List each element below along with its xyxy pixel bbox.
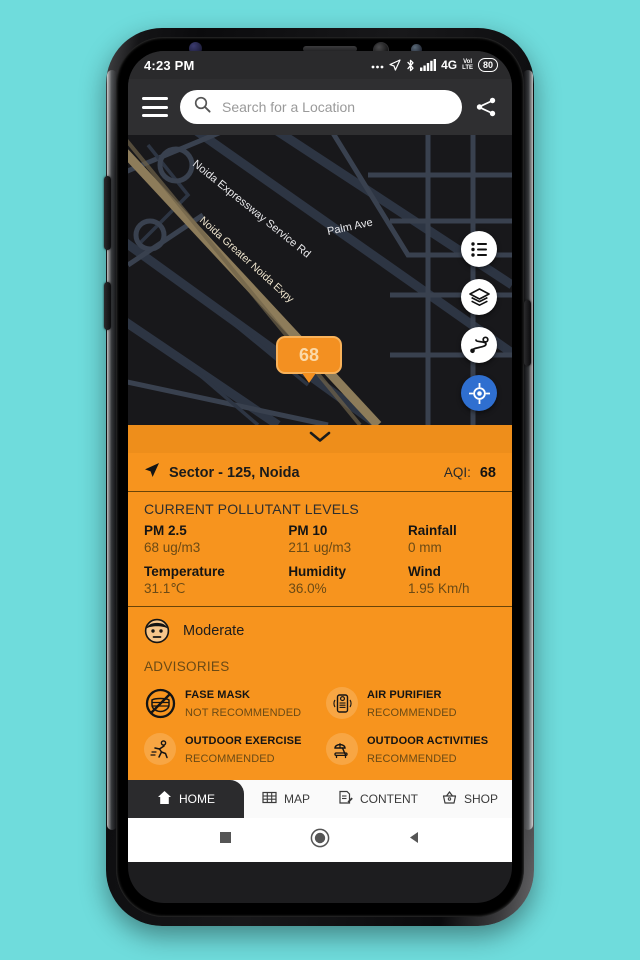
battery-indicator: 80 [477, 58, 498, 72]
air-quality-status-row: Moderate [128, 607, 512, 648]
nav-label: SHOP [463, 792, 498, 806]
pollutant-section-title: CURRENT POLLUTANT LEVELS [144, 501, 359, 517]
advisory-name: OUTDOOR EXERCISE [185, 735, 302, 747]
signal-bars-icon [420, 59, 437, 71]
advisory-text: AIR PURIFIER RECOMMENDED [367, 685, 457, 721]
status-bar: 4:23 PM 4G VoI LTE 80 [128, 51, 512, 79]
panel-collapse-button[interactable] [128, 425, 512, 453]
metric-value: 31.1℃ [144, 581, 186, 596]
advisory-status: RECOMMENDED [185, 753, 275, 765]
advisory-name: AIR PURIFIER [367, 689, 442, 701]
metric-value: 36.0% [288, 581, 327, 596]
metric-label: Temperature [144, 564, 225, 579]
search-input[interactable] [220, 98, 448, 116]
advisories-title: ADVISORIES [144, 659, 230, 674]
volte-icon: VoI LTE [462, 59, 473, 71]
metric-value: 211 ug/m3 [288, 540, 352, 555]
metric-row-weather: Temperature 31.1℃ Humidity 36.0% Wind 1.… [128, 562, 512, 607]
route-icon[interactable] [461, 327, 497, 363]
advisory-air-purifier[interactable]: AIR PURIFIER RECOMMENDED [320, 680, 502, 726]
grid-map-icon [262, 790, 277, 808]
android-navigation-bar [128, 818, 512, 862]
app-header [128, 79, 512, 135]
metric-pm10: PM 10 211 ug/m3 [288, 523, 408, 555]
advisory-status: NOT RECOMMENDED [185, 707, 302, 719]
metric-row-pollutants: PM 2.5 68 ug/m3 PM 10 211 ug/m3 Rainfall… [128, 521, 512, 562]
location-row: Sector - 125, Noida AQI: 68 [128, 453, 512, 492]
document-edit-icon [338, 790, 353, 808]
beach-umbrella-icon [326, 733, 358, 765]
back-triangle-icon[interactable] [407, 830, 422, 850]
advisory-status: RECOMMENDED [367, 707, 457, 719]
assistant-button[interactable] [104, 282, 111, 330]
metric-value: 1.95 Km/h [407, 581, 470, 596]
nav-item-home[interactable]: HOME [128, 780, 244, 818]
air-purifier-icon [326, 687, 358, 719]
nav-item-map[interactable]: MAP [244, 780, 328, 818]
navigation-arrow-icon [144, 462, 160, 483]
advisory-outdoor-activities[interactable]: OUTDOOR ACTIVITIES RECOMMENDED [320, 726, 502, 772]
search-icon [194, 96, 211, 118]
metric-label: Humidity [288, 564, 347, 579]
advisory-status: RECOMMENDED [367, 753, 457, 765]
bluetooth-icon [406, 59, 415, 72]
share-icon[interactable] [474, 95, 498, 119]
basket-icon [442, 790, 457, 808]
home-icon [157, 790, 172, 808]
map-view[interactable]: Noida Expressway Service Rd Palm Ave Noi… [128, 135, 512, 425]
metric-temperature: Temperature 31.1℃ [144, 564, 288, 597]
status-time: 4:23 PM [144, 57, 195, 73]
metric-rainfall: Rainfall 0 mm [408, 523, 496, 555]
advisory-text: OUTDOOR EXERCISE RECOMMENDED [185, 731, 302, 767]
advisory-name: OUTDOOR ACTIVITIES [367, 735, 489, 747]
advisory-outdoor-exercise[interactable]: OUTDOOR EXERCISE RECOMMENDED [138, 726, 320, 772]
nav-item-shop[interactable]: SHOP [428, 780, 512, 818]
volume-button[interactable] [104, 176, 111, 250]
running-person-icon [144, 733, 176, 765]
aqi-map-marker[interactable]: 68 [276, 336, 342, 383]
advisory-text: OUTDOOR ACTIVITIES RECOMMENDED [367, 731, 488, 767]
aqi-value: 68 [479, 464, 496, 481]
chevron-down-icon [308, 430, 332, 448]
metric-pm25: PM 2.5 68 ug/m3 [144, 523, 288, 555]
status-icons: 4G VoI LTE 80 [371, 58, 498, 72]
more-dots-icon [371, 60, 384, 70]
bottom-navigation: HOME MAP CONTENT SHOP [128, 780, 512, 818]
hamburger-menu-icon[interactable] [142, 97, 168, 117]
metric-humidity: Humidity 36.0% [288, 564, 408, 597]
location-name: Sector - 125, Noida [169, 464, 300, 481]
power-button[interactable] [524, 300, 531, 366]
search-bar[interactable] [180, 90, 462, 124]
metric-wind: Wind 1.95 Km/h [408, 564, 496, 597]
network-type-label: 4G [441, 58, 458, 72]
advisory-face-mask[interactable]: FASE MASK NOT RECOMMENDED [138, 680, 320, 726]
nav-label: CONTENT [360, 792, 418, 806]
air-quality-status-text: Moderate [183, 623, 245, 639]
metric-value: 68 ug/m3 [144, 540, 201, 555]
nav-label: MAP [283, 792, 310, 806]
location-arrow-icon [389, 59, 401, 71]
air-quality-panel: Sector - 125, Noida AQI: 68 CURRENT POLL… [128, 425, 512, 780]
nav-item-content[interactable]: CONTENT [328, 780, 428, 818]
aqi-label: AQI: [443, 465, 471, 480]
advisory-text: FASE MASK NOT RECOMMENDED [185, 685, 301, 721]
recents-square-icon[interactable] [218, 830, 233, 850]
advisories-grid: FASE MASK NOT RECOMMENDED AIR PURIFIER R… [128, 680, 512, 780]
advisory-name: FASE MASK [185, 689, 251, 701]
metric-label: PM 10 [288, 523, 328, 538]
home-circle-icon[interactable] [310, 828, 330, 853]
layers-icon[interactable] [461, 279, 497, 315]
aqi-marker-value[interactable]: 68 [276, 336, 342, 374]
face-mask-prohibited-icon [144, 687, 176, 719]
nav-label: HOME [179, 792, 215, 806]
metric-label: PM 2.5 [144, 523, 187, 538]
list-icon[interactable] [461, 231, 497, 267]
metric-value: 0 mm [407, 540, 442, 555]
neutral-face-icon [144, 618, 170, 644]
phone-screen: 4:23 PM 4G VoI LTE 80 Search for a Locat… [128, 51, 512, 903]
my-location-icon[interactable] [461, 375, 497, 411]
metric-label: Wind [407, 564, 441, 579]
metric-label: Rainfall [407, 523, 457, 538]
marker-pointer [302, 373, 316, 383]
